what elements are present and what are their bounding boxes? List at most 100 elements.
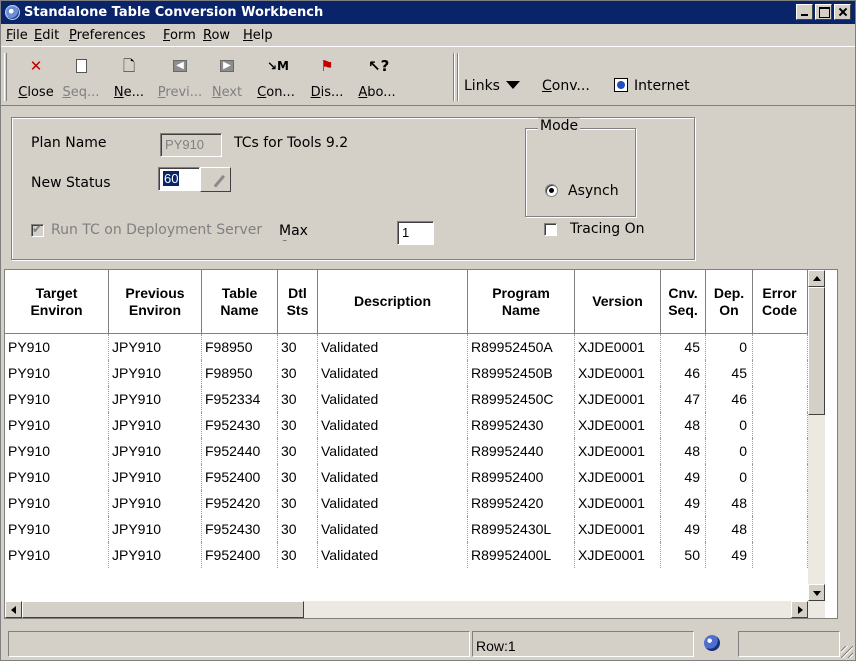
- table-cell[interactable]: Validated: [318, 360, 468, 386]
- column-header[interactable]: Version: [575, 270, 661, 334]
- table-cell[interactable]: 48: [661, 412, 706, 438]
- menu-file[interactable]: File: [6, 28, 28, 43]
- display-button[interactable]: ⚑ Dis...: [304, 51, 350, 101]
- column-header[interactable]: Description: [318, 270, 468, 334]
- table-cell[interactable]: [753, 360, 808, 386]
- table-cell[interactable]: 0: [706, 464, 753, 490]
- column-header[interactable]: Error Code: [753, 270, 808, 334]
- table-cell[interactable]: 46: [661, 360, 706, 386]
- table-cell[interactable]: Validated: [318, 386, 468, 412]
- table-cell[interactable]: PY910: [5, 360, 109, 386]
- about-button[interactable]: ↖? Abo...: [354, 51, 400, 101]
- table-cell[interactable]: PY910: [5, 412, 109, 438]
- table-cell[interactable]: [753, 542, 808, 568]
- scroll-right-button[interactable]: [791, 601, 808, 618]
- conv-button[interactable]: Conv...: [542, 78, 590, 94]
- table-cell[interactable]: R89952400: [468, 464, 575, 490]
- minimize-button[interactable]: [796, 4, 813, 20]
- table-cell[interactable]: 46: [706, 386, 753, 412]
- table-cell[interactable]: F952430: [202, 412, 278, 438]
- table-cell[interactable]: XJDE0001: [575, 516, 661, 542]
- table-cell[interactable]: 50: [661, 542, 706, 568]
- table-cell[interactable]: 30: [278, 464, 318, 490]
- new-button[interactable]: 🗋 Ne...: [107, 51, 151, 101]
- vertical-scrollbar[interactable]: [808, 270, 825, 601]
- table-cell[interactable]: F98950: [202, 334, 278, 360]
- table-cell[interactable]: F952400: [202, 464, 278, 490]
- previous-button[interactable]: ◀ Previ...: [157, 51, 203, 101]
- table-row[interactable]: PY910 JPY910 F952400 30 Validated R89952400 XJ…: [5, 464, 808, 490]
- table-row[interactable]: PY910 JPY910 F952430 30 Validated R89952430L X…: [5, 516, 808, 542]
- table-cell[interactable]: XJDE0001: [575, 438, 661, 464]
- table-cell[interactable]: Validated: [318, 464, 468, 490]
- table-row[interactable]: PY910 JPY910 F952440 30 Validated R89952440 XJ…: [5, 438, 808, 464]
- column-header[interactable]: Dtl Sts: [278, 270, 318, 334]
- table-cell[interactable]: 0: [706, 438, 753, 464]
- tracing-checkbox[interactable]: [544, 223, 557, 236]
- table-cell[interactable]: JPY910: [109, 438, 202, 464]
- column-header[interactable]: Target Environ: [5, 270, 109, 334]
- table-cell[interactable]: 30: [278, 542, 318, 568]
- column-header[interactable]: Previous Environ: [109, 270, 202, 334]
- toolbar-grip[interactable]: [4, 53, 7, 101]
- table-cell[interactable]: JPY910: [109, 386, 202, 412]
- sequence-button[interactable]: Seq...: [58, 51, 104, 101]
- table-cell[interactable]: PY910: [5, 386, 109, 412]
- menu-form[interactable]: Form: [163, 28, 196, 43]
- table-cell[interactable]: XJDE0001: [575, 542, 661, 568]
- scroll-thumb[interactable]: [808, 287, 825, 415]
- menu-edit[interactable]: Edit: [34, 28, 59, 43]
- conversion-button[interactable]: ↘M Con...: [252, 51, 300, 101]
- table-cell[interactable]: 45: [661, 334, 706, 360]
- scroll-down-button[interactable]: [808, 584, 825, 601]
- close-window-button[interactable]: [834, 4, 851, 20]
- table-cell[interactable]: [753, 438, 808, 464]
- table-cell[interactable]: 45: [706, 360, 753, 386]
- table-row[interactable]: PY910 JPY910 F98950 30 Validated R89952450A XJ…: [5, 334, 808, 360]
- maximize-button[interactable]: [815, 4, 832, 20]
- asynch-radio[interactable]: [545, 184, 558, 197]
- menu-row[interactable]: Row: [203, 28, 230, 43]
- table-cell[interactable]: Validated: [318, 438, 468, 464]
- table-cell[interactable]: XJDE0001: [575, 490, 661, 516]
- table-cell[interactable]: PY910: [5, 490, 109, 516]
- table-cell[interactable]: R89952420: [468, 490, 575, 516]
- menu-help[interactable]: Help: [243, 28, 273, 43]
- hscroll-thumb[interactable]: [22, 601, 304, 618]
- table-cell[interactable]: 0: [706, 412, 753, 438]
- table-cell[interactable]: R89952400L: [468, 542, 575, 568]
- next-button[interactable]: ▶ Next: [206, 51, 248, 101]
- search-lookup-button[interactable]: [200, 167, 231, 192]
- table-cell[interactable]: [753, 334, 808, 360]
- table-cell[interactable]: F952420: [202, 490, 278, 516]
- table-cell[interactable]: [753, 386, 808, 412]
- table-row[interactable]: PY910 JPY910 F952400 30 Validated R89952400L X…: [5, 542, 808, 568]
- table-cell[interactable]: 49: [661, 490, 706, 516]
- table-cell[interactable]: 30: [278, 412, 318, 438]
- table-cell[interactable]: 30: [278, 438, 318, 464]
- table-cell[interactable]: PY910: [5, 334, 109, 360]
- table-cell[interactable]: F952334: [202, 386, 278, 412]
- resize-grip[interactable]: [841, 646, 853, 658]
- title-bar[interactable]: Standalone Table Conversion Workbench: [1, 1, 855, 24]
- table-cell[interactable]: JPY910: [109, 464, 202, 490]
- table-cell[interactable]: XJDE0001: [575, 334, 661, 360]
- internet-button[interactable]: Internet: [614, 78, 690, 94]
- column-header[interactable]: Table Name: [202, 270, 278, 334]
- table-row[interactable]: PY910 JPY910 F98950 30 Validated R89952450B XJ…: [5, 360, 808, 386]
- table-cell[interactable]: JPY910: [109, 334, 202, 360]
- table-cell[interactable]: 48: [706, 516, 753, 542]
- table-row[interactable]: PY910 JPY910 F952430 30 Validated R89952430 XJ…: [5, 412, 808, 438]
- table-cell[interactable]: JPY910: [109, 542, 202, 568]
- results-grid[interactable]: Target Environ Previous Environ Table Na…: [4, 269, 838, 619]
- column-header[interactable]: Dep. On: [706, 270, 753, 334]
- table-cell[interactable]: JPY910: [109, 516, 202, 542]
- table-cell[interactable]: 30: [278, 386, 318, 412]
- horizontal-scrollbar[interactable]: [5, 601, 825, 618]
- table-cell[interactable]: 49: [706, 542, 753, 568]
- table-cell[interactable]: F952430: [202, 516, 278, 542]
- table-cell[interactable]: 0: [706, 334, 753, 360]
- table-cell[interactable]: 30: [278, 516, 318, 542]
- table-cell[interactable]: R89952440: [468, 438, 575, 464]
- table-cell[interactable]: PY910: [5, 438, 109, 464]
